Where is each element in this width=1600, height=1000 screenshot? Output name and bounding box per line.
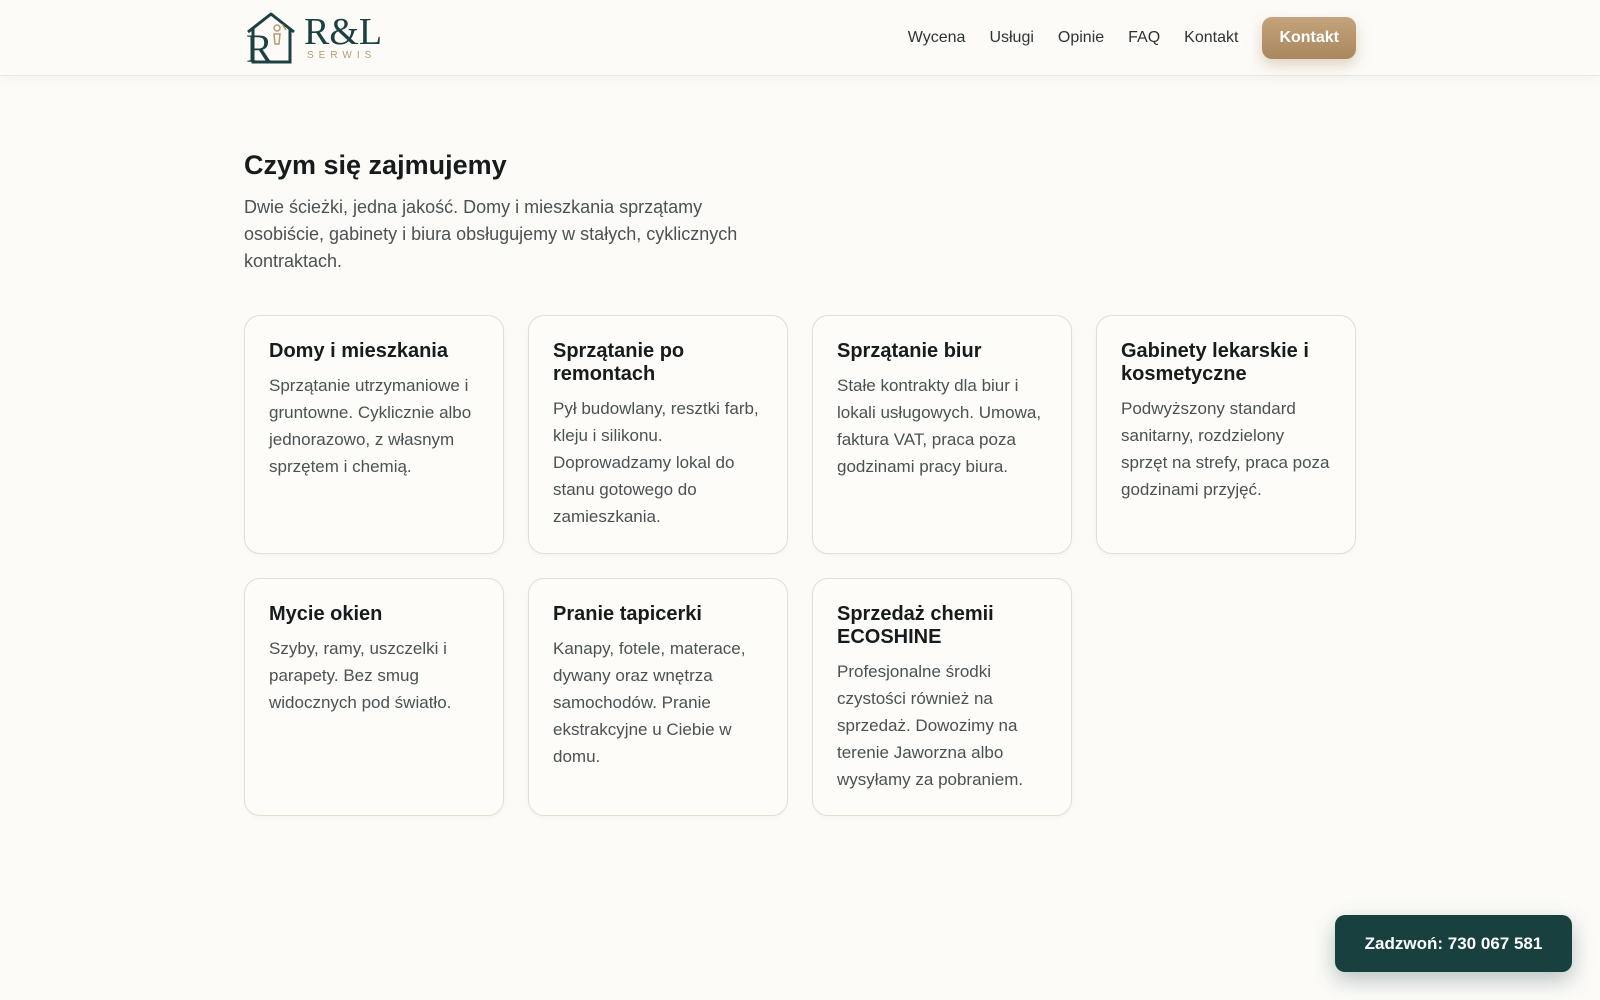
service-card-title: Mycie okien: [269, 603, 383, 625]
service-card: Sprzątanie po remontach Pył budowlany, r…: [528, 315, 788, 554]
service-card-title: Gabinety lekarskie i kosmetyczne: [1121, 340, 1309, 385]
section-description: Dwie ścieżki, jedna jakość. Domy i miesz…: [244, 197, 738, 271]
service-card-text: Stałe kontrakty dla biur i lokali usługo…: [837, 376, 1042, 476]
service-card-title: Sprzątanie biur: [837, 340, 982, 362]
service-card: Sprzątanie biur Stałe kontrakty dla biur…: [812, 315, 1072, 554]
service-card-title: Domy i mieszkania: [269, 340, 448, 362]
services-grid: Domy i mieszkania Sprzątanie utrzymaniow…: [244, 315, 1356, 816]
service-card: Pranie tapicerki Kanapy, fotele, materac…: [528, 578, 788, 816]
service-card-text: Profesjonalne środki czystości również n…: [837, 662, 1024, 789]
logo[interactable]: R R&L SERWIS: [244, 10, 382, 66]
service-card-text: Pył budowlany, resztki farb, kleju i sil…: [553, 399, 759, 526]
nav-link-faq[interactable]: FAQ: [1128, 29, 1160, 47]
service-card: Domy i mieszkania Sprzątanie utrzymaniow…: [244, 315, 504, 554]
service-card: Mycie okien Szyby, ramy, uszczelki i par…: [244, 578, 504, 816]
svg-text:R: R: [246, 26, 273, 66]
service-card: Sprzedaż chemii ECOSHINE Profesjonalne ś…: [812, 578, 1072, 816]
service-card-text: Sprzątanie utrzymaniowe i gruntowne. Cyk…: [269, 376, 472, 476]
service-card-text: Podwyższony standard sanitarny, rozdziel…: [1121, 399, 1330, 499]
brand-name: R&L: [304, 11, 383, 53]
service-card-title: Sprzątanie po remontach: [553, 340, 685, 385]
house-logo-icon: R: [246, 12, 295, 66]
call-phone-button[interactable]: Zadzwoń: 730 067 581: [1335, 915, 1572, 972]
nav-link-opinie[interactable]: Opinie: [1058, 29, 1104, 47]
section-title: Czym się zajmujemy: [244, 150, 507, 180]
service-card: Gabinety lekarskie i kosmetyczne Podwyżs…: [1096, 315, 1356, 554]
service-card-title: Pranie tapicerki: [553, 603, 702, 625]
service-card-text: Szyby, ramy, uszczelki i parapety. Bez s…: [269, 639, 452, 712]
nav-link-wycena[interactable]: Wycena: [908, 29, 966, 47]
brand-subtitle: SERWIS: [307, 50, 377, 61]
nav-link-kontakt[interactable]: Kontakt: [1184, 29, 1238, 47]
site-header: R R&L SERWIS Wycena Usługi Opinie FAQ Ko…: [0, 0, 1600, 76]
nav-link-uslugi[interactable]: Usługi: [989, 29, 1033, 47]
service-card-text: Kanapy, fotele, materace, dywany oraz wn…: [553, 639, 746, 766]
services-section: Czym się zajmujemy Dwie ścieżki, jedna j…: [244, 148, 1356, 275]
service-card-title: Sprzedaż chemii ECOSHINE: [837, 603, 994, 648]
main-nav: Wycena Usługi Opinie FAQ Kontakt Kontakt: [908, 0, 1356, 76]
contact-cta-button[interactable]: Kontakt: [1262, 17, 1356, 59]
